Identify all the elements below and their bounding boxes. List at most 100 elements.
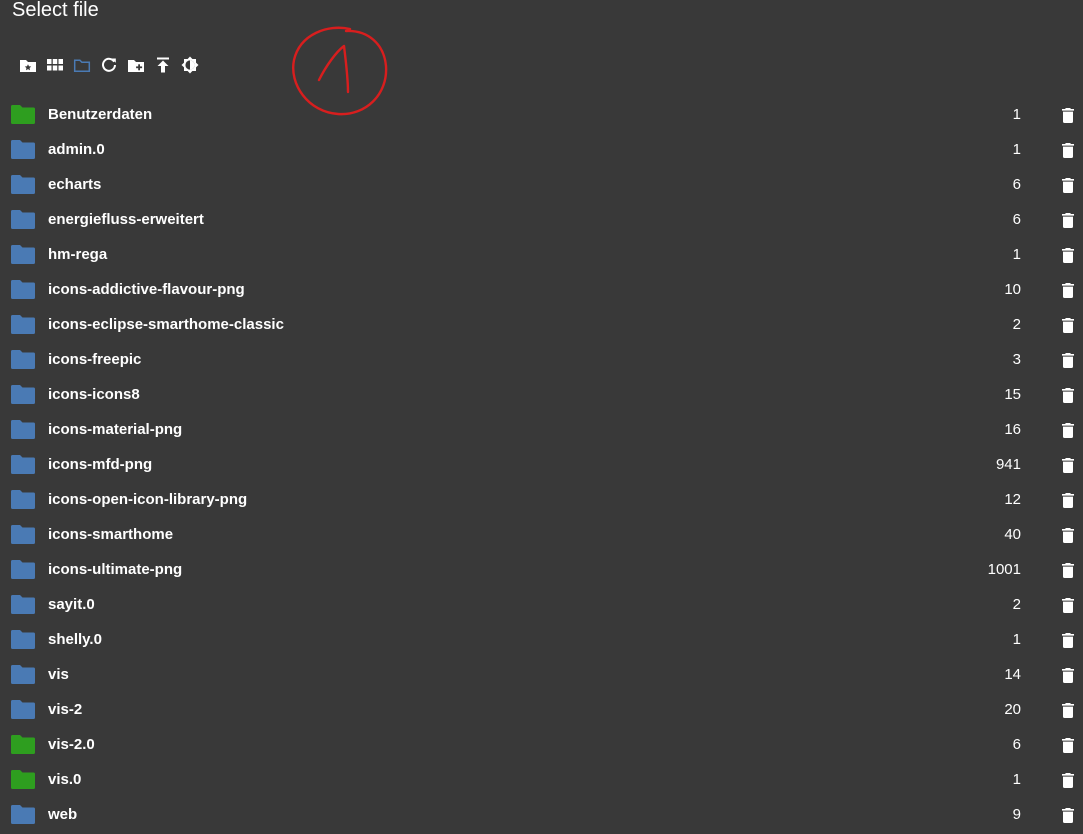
upload-button[interactable] [153, 55, 173, 75]
folder-icon [11, 455, 35, 474]
refresh-button[interactable] [99, 55, 119, 75]
folder-row[interactable]: vis 14 [0, 657, 1083, 692]
trash-icon[interactable] [1062, 598, 1074, 613]
folder-name: icons-ultimate-png [48, 561, 183, 578]
trash-icon[interactable] [1062, 458, 1074, 473]
dialog-title: Select file [12, 0, 99, 21]
folder-view-icon [73, 59, 91, 72]
trash-icon[interactable] [1062, 808, 1074, 823]
folder-row[interactable]: vis.0 1 [0, 762, 1083, 797]
trash-icon[interactable] [1062, 703, 1074, 718]
folder-icon [11, 140, 35, 159]
brightness-button[interactable] [180, 55, 200, 75]
folder-icon [11, 735, 35, 754]
trash-icon[interactable] [1062, 388, 1074, 403]
folder-file-count: 6 [1012, 736, 1021, 753]
folder-view-button[interactable] [72, 55, 92, 75]
folder-row[interactable]: icons-open-icon-library-png 12 [0, 482, 1083, 517]
folder-file-count: 2 [1012, 596, 1021, 613]
create-folder-button[interactable] [126, 55, 146, 75]
folder-file-count: 9 [1012, 806, 1021, 823]
folder-row[interactable]: echarts 6 [0, 167, 1083, 202]
folder-row[interactable]: icons-icons8 15 [0, 377, 1083, 412]
toolbar [18, 55, 207, 75]
folder-icon [11, 420, 35, 439]
trash-icon[interactable] [1062, 668, 1074, 683]
folder-file-count: 1 [1012, 106, 1021, 123]
folder-row[interactable]: hm-rega 1 [0, 237, 1083, 272]
favorites-folder-icon [20, 59, 36, 72]
folder-file-count: 1001 [987, 561, 1021, 578]
refresh-icon [102, 57, 116, 72]
folder-row[interactable]: icons-ultimate-png 1001 [0, 552, 1083, 587]
folder-name: echarts [48, 176, 102, 193]
trash-icon[interactable] [1062, 213, 1074, 228]
trash-icon[interactable] [1062, 563, 1074, 578]
trash-icon[interactable] [1062, 248, 1074, 263]
trash-icon[interactable] [1062, 423, 1074, 438]
folder-name: icons-freepic [48, 351, 142, 368]
trash-icon[interactable] [1062, 738, 1074, 753]
folder-row[interactable]: sayit.0 2 [0, 587, 1083, 622]
folder-file-count: 1 [1012, 246, 1021, 263]
tile-view-button[interactable] [45, 55, 65, 75]
folder-file-count: 10 [1004, 281, 1021, 298]
folder-row[interactable]: icons-eclipse-smarthome-classic 2 [0, 307, 1083, 342]
trash-icon[interactable] [1062, 528, 1074, 543]
folder-row[interactable]: icons-mfd-png 941 [0, 447, 1083, 482]
folder-file-count: 941 [995, 456, 1021, 473]
trash-icon[interactable] [1062, 143, 1074, 158]
folder-row[interactable]: icons-addictive-flavour-png 10 [0, 272, 1083, 307]
trash-icon[interactable] [1062, 178, 1074, 193]
folder-icon [11, 280, 35, 299]
trash-icon[interactable] [1062, 353, 1074, 368]
folder-name: icons-smarthome [48, 526, 174, 543]
folder-icon [11, 700, 35, 719]
folder-row[interactable]: energiefluss-erweitert 6 [0, 202, 1083, 237]
folder-file-count: 3 [1012, 351, 1021, 368]
folder-file-count: 1 [1012, 631, 1021, 648]
folder-name: energiefluss-erweitert [48, 211, 204, 228]
select-file-dialog: Select file Benutzerdaten 1 admin.0 1 ec… [0, 0, 1083, 834]
folder-row[interactable]: icons-material-png 16 [0, 412, 1083, 447]
folder-icon [11, 770, 35, 789]
folder-row[interactable]: shelly.0 1 [0, 622, 1083, 657]
folder-icon [11, 105, 35, 124]
trash-icon[interactable] [1062, 283, 1074, 298]
folder-name: vis [48, 666, 69, 683]
folder-row[interactable]: icons-smarthome 40 [0, 517, 1083, 552]
folder-file-count: 15 [1004, 386, 1021, 403]
folder-row[interactable]: vis-2 20 [0, 692, 1083, 727]
folder-file-count: 16 [1004, 421, 1021, 438]
trash-icon[interactable] [1062, 633, 1074, 648]
folder-name: Benutzerdaten [48, 106, 153, 123]
tile-view-icon [47, 59, 63, 71]
folder-file-count: 14 [1004, 666, 1021, 683]
folder-row[interactable]: vis-2.0 6 [0, 727, 1083, 762]
favorites-folder-button[interactable] [18, 55, 38, 75]
folder-icon [11, 560, 35, 579]
folder-row[interactable]: web 9 [0, 797, 1083, 832]
brightness-icon [181, 56, 199, 74]
folder-name: icons-material-png [48, 421, 183, 438]
folder-row[interactable]: icons-freepic 3 [0, 342, 1083, 377]
folder-list: Benutzerdaten 1 admin.0 1 echarts 6 energieflu… [0, 97, 1083, 832]
folder-file-count: 1 [1012, 771, 1021, 788]
folder-row[interactable]: admin.0 1 [0, 132, 1083, 167]
folder-file-count: 20 [1004, 701, 1021, 718]
folder-icon [11, 350, 35, 369]
folder-icon [11, 805, 35, 824]
trash-icon[interactable] [1062, 318, 1074, 333]
folder-row[interactable]: Benutzerdaten 1 [0, 97, 1083, 132]
folder-name: icons-eclipse-smarthome-classic [48, 316, 284, 333]
folder-icon [11, 490, 35, 509]
folder-file-count: 40 [1004, 526, 1021, 543]
trash-icon[interactable] [1062, 493, 1074, 508]
folder-name: icons-addictive-flavour-png [48, 281, 245, 298]
trash-icon[interactable] [1062, 773, 1074, 788]
folder-file-count: 6 [1012, 176, 1021, 193]
folder-icon [11, 595, 35, 614]
trash-icon[interactable] [1062, 108, 1074, 123]
folder-name: web [48, 806, 78, 823]
folder-icon [11, 665, 35, 684]
